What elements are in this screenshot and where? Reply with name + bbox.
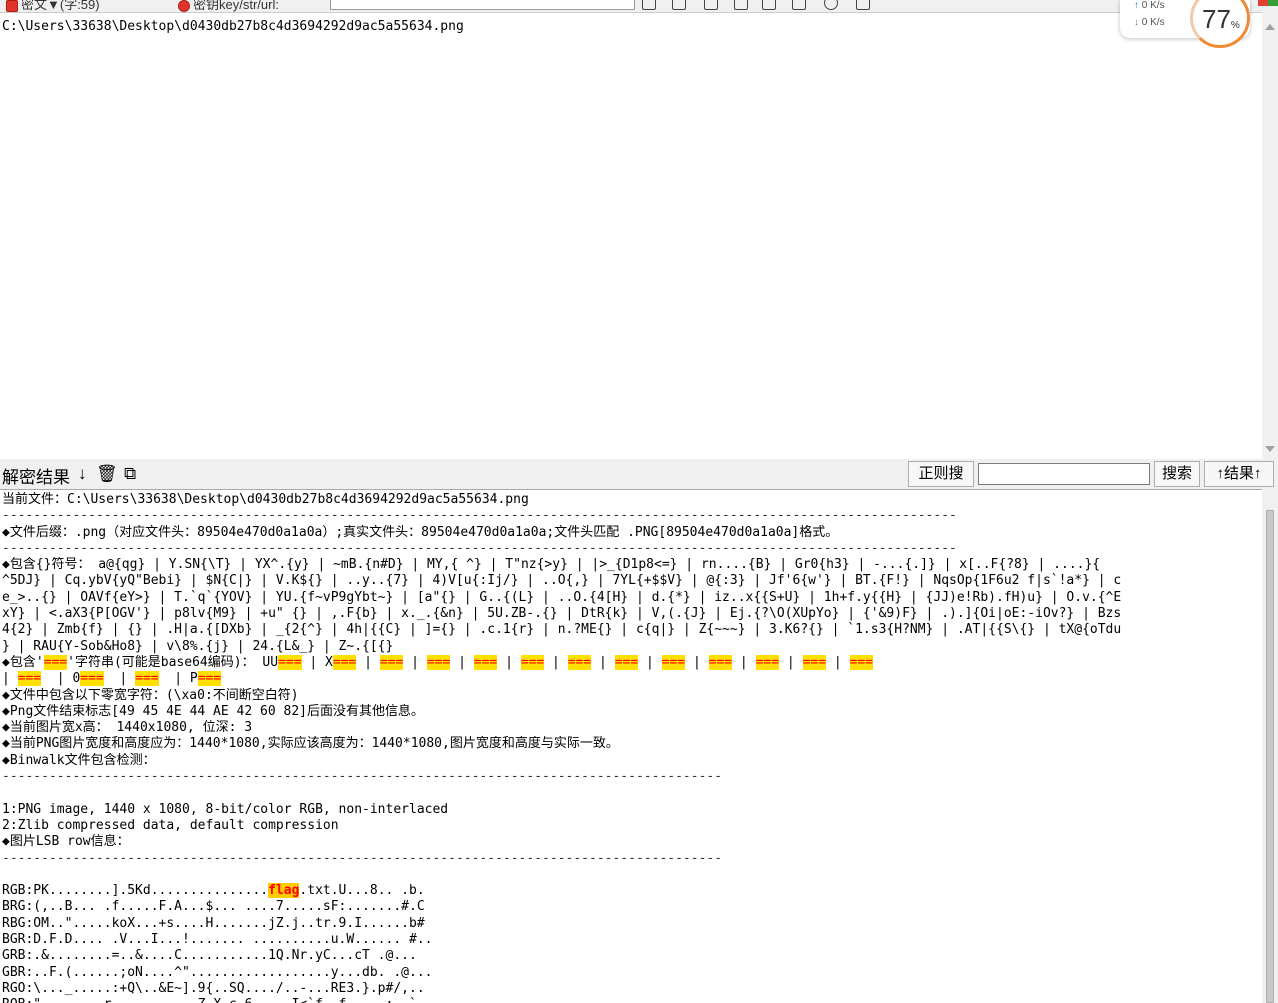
upload-speed: ↑ 0 K/s [1134,0,1165,11]
result-text-area[interactable]: 当前文件：C:\Users\33638\Desktop\d0430db27b8c… [0,489,1262,1003]
result-line: ----------------------------------------… [2,540,957,556]
result-line: RGB:PK........].5Kd...............flag.t… [2,883,425,899]
result-line: ROB:"........r...........Z.X.c.6.....I<`… [2,997,1260,1003]
result-nav-button[interactable]: ↑结果↑ [1204,461,1274,487]
result-line: } | RAU{Y-Sob&Ho8} | v\8%.{j} | 24.{L&_}… [2,638,394,654]
result-line: ----------------------------------------… [2,769,723,785]
result-line: ----------------------------------------… [2,850,723,866]
base64-hit: X=== [325,654,357,670]
result-line: 1:PNG image, 1440 x 1080, 8-bit/color RG… [2,801,449,817]
base64-hit: UU=== [262,654,302,670]
result-line: GRB:.&........=..&....C...........1Q.Nr.… [2,948,417,964]
result-line: | === | 0=== | === | P=== [2,671,222,687]
result-line: ◆文件中包含以下零宽字符：(\xa0:不间断空白符) [2,687,299,703]
lower-scroll-thumb[interactable] [1266,510,1274,1003]
gauge-value: 77% [1202,4,1240,34]
download-speed: ↓ 0 K/s [1134,17,1165,28]
base64-hit: === [755,654,780,670]
result-line: BRG:(,..B... .f.....F.A...$... ....7....… [2,899,425,915]
base64-hit: === [614,654,639,670]
result-line [2,867,1260,883]
result-bar: 解密结果 ↓ 🗑 ⧉ 正则搜 搜索 ↑结果↑ [0,459,1278,489]
result-line: ◆文件后缀：.png（对应文件头：89504e470d0a1a0a）;真实文件头… [2,524,839,540]
base64-hit: === [661,654,686,670]
result-lines: 当前文件：C:\Users\33638\Desktop\d0430db27b8c… [2,492,1260,1003]
sort-icon[interactable] [762,0,776,10]
result-line: ◆Png文件结束标志[49 45 4E 44 AE 42 60 82]后面没有其… [2,703,424,719]
ciphertext-icon [6,0,18,12]
result-line: RBG:OM..".....koX...+s....H.......jZ.j..… [2,915,425,931]
copy-icon[interactable]: ⧉ [124,464,136,484]
pointer-icon[interactable] [642,0,656,10]
key-input[interactable] [330,0,635,10]
result-title: 解密结果 [2,468,70,487]
result-line: 4{2} | Zmb{f} | {} | .H|a.{[DXb} | _{2{^… [2,622,1122,638]
result-line [2,785,1260,801]
top-toolbar: 密文▼(字:59) 密钥key/str/url: [0,0,1278,12]
result-line: 2:Zlib compressed data, default compress… [2,817,339,833]
result-line: xY} | <.aX3{P[OGV'} | p8lv{M9} | +u" {} … [2,606,1122,622]
terminal-icon[interactable] [704,0,718,10]
result-line: 当前文件：C:\Users\33638\Desktop\d0430db27b8c… [2,492,529,507]
scroll-down-arrow-icon[interactable] [1265,446,1275,452]
key-label: 密钥key/str/url: [178,0,279,12]
ciphertext-dropdown[interactable]: 密文▼(字:59) [6,0,100,12]
base64-hit: === [567,654,592,670]
result-line: ◆当前PNG图片宽度和高度应为：1440*1080,实际应该高度为：1440*1… [2,736,619,752]
grid-icon[interactable] [734,0,748,10]
search-button[interactable]: 搜索 [1154,461,1200,487]
base64-hit: === [520,654,545,670]
result-line: e_>..{} | OAVf{eY>} | T.`q`{YOV} | YU.{f… [2,589,1122,605]
result-line: ◆包含{}符号： a@{qg} | Y.SN{\T} | YX^.{y} | ~… [2,557,1101,573]
red-indicator [1258,0,1268,6]
result-line: ◆当前图片宽x高： 1440x1080, 位深: 3 [2,720,253,736]
result-line: ◆图片LSB row信息： [2,834,130,850]
trash-icon[interactable] [672,0,686,10]
base64-hit: === [849,654,874,670]
base64-hit: === [708,654,733,670]
arrow-down-icon[interactable]: ↓ [78,464,87,484]
upper-scrollbar[interactable] [1262,12,1278,459]
input-text-area[interactable]: C:\Users\33638\Desktop\d0430db27b8c4d369… [0,12,1262,459]
edit-icon[interactable] [856,0,870,10]
result-line: ◆包含'==='字符串(可能是base64编码)： UU=== | X=== |… [2,654,874,670]
result-line: BGR:D.F.D.... .V...I...!....... ........… [2,932,433,948]
result-line: ----------------------------------------… [2,508,957,524]
copy-icon[interactable] [792,0,806,10]
green-indicator [1268,0,1278,6]
upload-arrow-icon: ↑ [1134,0,1139,11]
download-arrow-icon: ↓ [1134,17,1139,28]
search-input[interactable] [978,463,1150,485]
result-line: RGO:\..._.....:+Q\..&E~].9{..SQ..../..-.… [2,980,425,996]
trash-icon[interactable]: 🗑 [96,464,118,484]
result-line: ◆Binwalk文件包含检测： [2,752,156,768]
scroll-up-arrow-icon[interactable] [1265,24,1275,30]
base64-hit: === [426,654,451,670]
result-line: ^5DJ} | Cq.ybV{yQ"Bebi} | $N{C|} | V.K${… [2,573,1122,589]
base64-hit: === [379,654,404,670]
base64-hit: === [473,654,498,670]
result-line: GBR:..F.(......;oN....^"................… [2,964,433,980]
base64-hit: === [802,654,827,670]
regex-search-button[interactable]: 正则搜 [908,461,974,487]
key-icon [178,0,190,12]
info-icon[interactable] [824,0,838,10]
